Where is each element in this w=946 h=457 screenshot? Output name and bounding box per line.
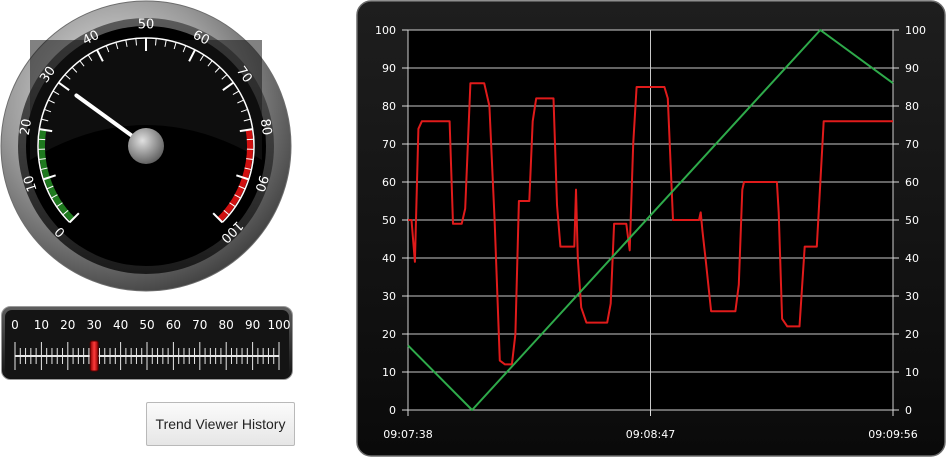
x-tick-label: 09:08:47 [626,428,675,441]
y-tick-label-right: 40 [905,252,919,265]
y-tick-label-left: 100 [375,24,396,37]
y-tick-label-right: 100 [905,24,926,37]
y-tick-label-left: 70 [382,138,396,151]
y-tick-label-right: 70 [905,138,919,151]
y-tick-label-right: 30 [905,290,919,303]
slider-scale-label: 40 [113,318,128,332]
y-tick-label-left: 20 [382,328,396,341]
slider-scale-label: 50 [139,318,154,332]
slider-scale-label: 80 [219,318,234,332]
slider-scale-label: 100 [268,318,291,332]
slider-scale-label: 0 [11,318,19,332]
y-tick-label-right: 20 [905,328,919,341]
analog-gauge: 0102030405060708090100 [0,0,292,292]
trend-viewer-history-button[interactable]: Trend Viewer History [146,402,295,446]
x-tick-label: 09:07:38 [383,428,432,441]
horizontal-slider[interactable]: 0 10 20 30 40 50 60 70 80 90 100 [1,306,293,380]
y-tick-label-left: 40 [382,252,396,265]
slider-thumb[interactable] [89,340,99,372]
slider-scale-label: 60 [166,318,181,332]
y-tick-label-left: 60 [382,176,396,189]
y-tick-label-right: 10 [905,366,919,379]
slider-scale-label: 20 [60,318,75,332]
gauge-scale-label: 20 [18,118,35,137]
slider-scale-label: 30 [87,318,102,332]
y-tick-label-left: 50 [382,214,396,227]
gauge-minor-tick [135,38,137,46]
x-tick-label: 09:09:56 [868,428,917,441]
slider-scale-label: 70 [192,318,207,332]
y-tick-label-left: 90 [382,62,396,75]
trend-chart: 0 0 10 10 20 20 30 30 40 40 50 50 60 60 70 70 80 80 90 90 10… [356,0,946,457]
gauge-scale-label: 80 [257,118,274,137]
y-tick-label-right: 50 [905,214,919,227]
y-tick-label-left: 30 [382,290,396,303]
y-tick-label-left: 10 [382,366,396,379]
slider-scale-label: 90 [245,318,260,332]
y-tick-label-right: 80 [905,100,919,113]
gauge-scale-label: 50 [138,18,155,33]
y-tick-label-right: 60 [905,176,919,189]
y-tick-label-right: 90 [905,62,919,75]
gauge-hub [128,128,164,164]
slider-scale-label: 10 [34,318,49,332]
y-tick-label-left: 80 [382,100,396,113]
y-tick-label-right: 0 [905,404,912,417]
y-tick-label-left: 0 [389,404,396,417]
gauge-minor-tick [155,38,157,46]
